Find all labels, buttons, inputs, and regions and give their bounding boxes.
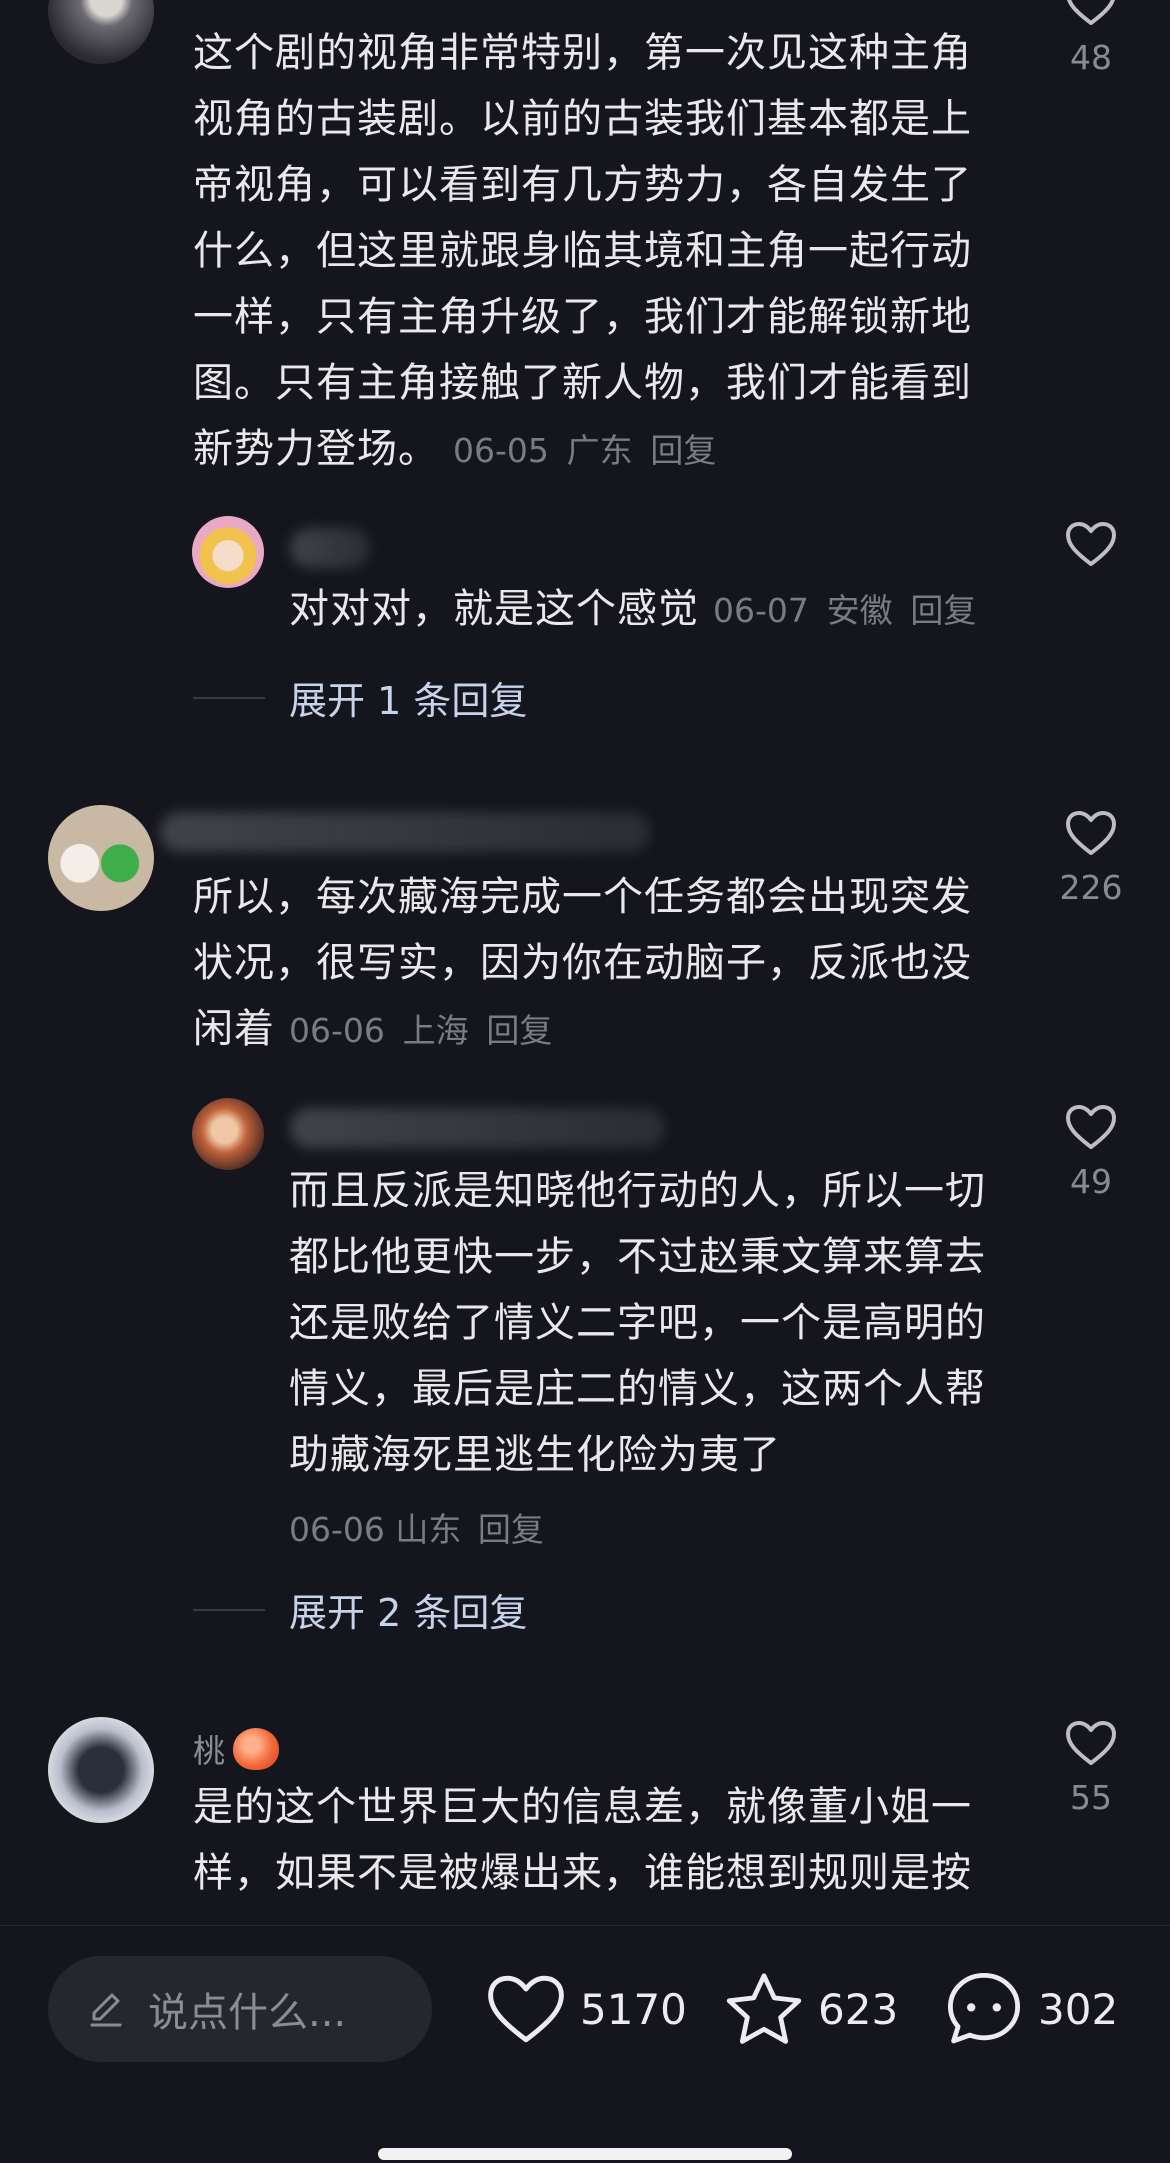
comment-line: 什么，但这里就跟身临其境和主角一起行动: [193, 228, 972, 274]
heart-icon: [1066, 522, 1116, 566]
expand-replies-label: 展开 1 条回复: [289, 679, 528, 723]
heart-icon: [1066, 811, 1116, 855]
comment-date: 06-06: [289, 1510, 385, 1549]
comment-line: 图。只有主角接触了新人物，我们才能看到: [193, 360, 972, 406]
reply-body[interactable]: 而且反派是知晓他行动的人，所以一切 都比他更快一步，不过赵秉文算来算去 还是败给…: [289, 1158, 1029, 1488]
comment-line: 闲着: [193, 1006, 275, 1052]
username[interactable]: 桃: [193, 1726, 280, 1772]
comment-line: 帝视角，可以看到有几方势力，各自发生了: [193, 162, 972, 208]
comment-location: 山东: [395, 1510, 462, 1549]
home-indicator[interactable]: [378, 2148, 792, 2160]
like-count: 226: [1059, 868, 1123, 907]
divider: [193, 1608, 265, 1611]
comment-body[interactable]: 这个剧的视角非常特别，第一次见这种主角 视角的古装剧。以前的古装我们基本都是上 …: [193, 20, 1023, 484]
comment-date: 06-07: [713, 591, 809, 630]
username-blurred[interactable]: [290, 528, 370, 568]
like-count: 49: [1070, 1162, 1112, 1201]
favorite-button[interactable]: 623: [724, 1966, 898, 2052]
peach-emoji-icon: [233, 1728, 280, 1770]
comment-line: 视角的古装剧。以前的古装我们基本都是上: [193, 96, 972, 142]
heart-icon: [488, 1975, 564, 2043]
comments-button[interactable]: 302: [944, 1966, 1118, 2052]
comment-line: 还是败给了情义二字吧，一个是高明的: [289, 1300, 986, 1346]
comment-count: 302: [1038, 1984, 1119, 2034]
like-post-button[interactable]: 5170: [486, 1966, 687, 2052]
comment-line: 这个剧的视角非常特别，第一次见这种主角: [193, 30, 972, 76]
reply-link[interactable]: 回复: [478, 1510, 544, 1549]
avatar[interactable]: [192, 516, 264, 588]
expand-replies-button[interactable]: 展开 2 条回复: [193, 1582, 527, 1637]
like-button[interactable]: [1036, 521, 1146, 567]
comment-body[interactable]: 是的这个世界巨大的信息差，就像董小姐一 样，如果不是被爆出来，谁能想到规则是按: [193, 1774, 1023, 1906]
reply-body[interactable]: 对对对，就是这个感觉 06-07 安徽 回复: [289, 576, 1029, 644]
reply-link[interactable]: 回复: [486, 1011, 552, 1050]
comment-line: 情义，最后是庄二的情义，这两个人帮: [289, 1366, 986, 1412]
comment-line: 都比他更快一步，不过赵秉文算来算去: [289, 1234, 986, 1280]
reply-link[interactable]: 回复: [910, 591, 976, 630]
avatar[interactable]: [48, 805, 154, 911]
username-text: 桃: [193, 1732, 226, 1770]
divider: [193, 696, 265, 699]
comment-line: 一样，只有主角升级了，我们才能解锁新地: [193, 294, 972, 340]
bottom-action-bar: 说点什么... 5170 623 302: [0, 1925, 1170, 2163]
comment-line: 所以，每次藏海完成一个任务都会出现突发: [193, 874, 972, 920]
heart-icon: [1066, 1105, 1116, 1149]
pencil-icon: [90, 1993, 122, 2027]
comment-input-placeholder: 说点什么...: [148, 1990, 347, 2036]
like-button[interactable]: 49: [1036, 1104, 1146, 1202]
heart-icon: [1066, 1721, 1116, 1765]
comment-line: 样，如果不是被爆出来，谁能想到规则是按: [193, 1850, 972, 1896]
avatar[interactable]: [192, 1098, 264, 1170]
username-blurred[interactable]: [290, 1108, 665, 1148]
heart-icon: [1067, 0, 1115, 25]
like-button[interactable]: 48: [1036, 0, 1146, 78]
comment-line: 是的这个世界巨大的信息差，就像董小姐一: [193, 1784, 972, 1830]
expand-replies-button[interactable]: 展开 1 条回复: [193, 670, 527, 725]
reply-link[interactable]: 回复: [650, 431, 716, 470]
comment-line: 而且反派是知晓他行动的人，所以一切: [289, 1168, 986, 1214]
comment-location: 安徽: [826, 591, 893, 630]
comment-location: 上海: [402, 1011, 469, 1050]
comment-input[interactable]: 说点什么...: [48, 1956, 432, 2062]
like-count: 5170: [580, 1984, 687, 2034]
favorite-count: 623: [818, 1984, 899, 2034]
comment-date: 06-05: [453, 431, 549, 470]
star-icon: [726, 1973, 802, 2044]
avatar[interactable]: [48, 1717, 154, 1823]
comment-line: 新势力登场。: [193, 426, 439, 472]
speech-bubble-icon: [948, 1973, 1020, 2044]
comment-body[interactable]: 所以，每次藏海完成一个任务都会出现突发 状况，很写实，因为你在动脑子，反派也没 …: [193, 864, 1023, 1064]
comment-date: 06-06: [289, 1011, 385, 1050]
comment-line: 状况，很写实，因为你在动脑子，反派也没: [193, 940, 972, 986]
username-blurred[interactable]: [160, 812, 650, 852]
like-button[interactable]: 226: [1036, 810, 1146, 908]
comment-location: 广东: [566, 431, 633, 470]
avatar[interactable]: [48, 0, 154, 64]
comment-feed[interactable]: 48 这个剧的视角非常特别，第一次见这种主角 视角的古装剧。以前的古装我们基本都…: [0, 0, 1170, 1925]
reply-text: 对对对，就是这个感觉: [289, 586, 699, 632]
comment-line: 助藏海死里逃生化险为夷了: [289, 1432, 781, 1478]
like-button[interactable]: 55: [1036, 1720, 1146, 1818]
like-count: 48: [1070, 38, 1112, 77]
comment-meta: 06-06 山东 回复: [289, 1503, 544, 1551]
expand-replies-label: 展开 2 条回复: [289, 1591, 528, 1635]
like-count: 55: [1070, 1778, 1112, 1817]
